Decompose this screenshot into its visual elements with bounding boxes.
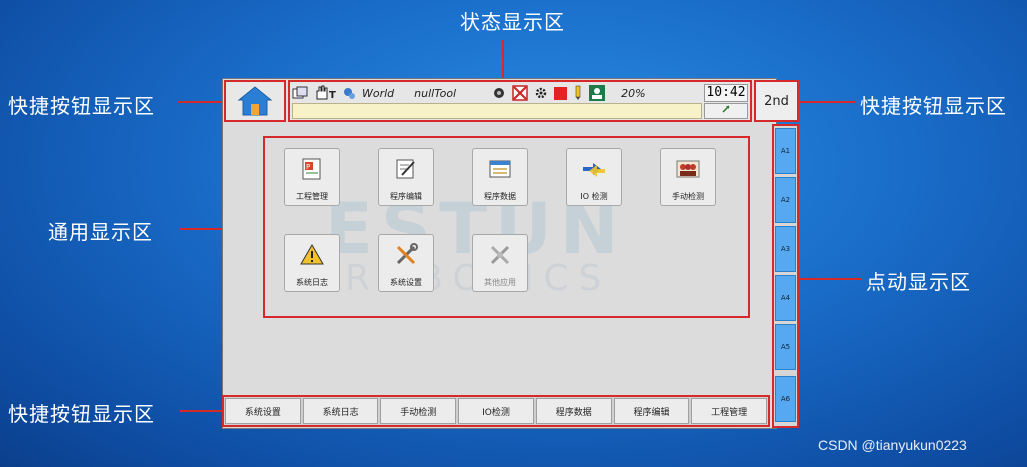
quick-right-connector [800,101,856,103]
annotation-jog-area: 点动显示区 [866,270,971,294]
expand-button[interactable] [704,103,748,119]
user-icon [589,85,606,101]
coord-icon [342,86,356,100]
tools-icon [396,243,418,265]
jog-a5-button[interactable]: A5 [775,324,796,370]
home-icon [237,86,273,116]
tile-manual-check[interactable]: 手动检测 [660,148,716,206]
jog-a2-button[interactable]: A2 [775,177,796,223]
stop-icon [554,86,568,100]
speed-value[interactable]: 20% [621,87,645,100]
annotation-general-area: 通用显示区 [48,220,153,244]
jog-a4-button[interactable]: A4 [775,275,796,321]
manual-icon [676,160,700,178]
data-icon [489,160,511,178]
bottom-system-log-button[interactable]: 系统日志 [302,398,379,424]
hand-tool-icon[interactable]: T [314,85,336,101]
quick-bottom-connector [180,410,224,412]
annotation-quick-bottom: 快捷按钮显示区 [8,402,155,426]
project-icon: P [302,158,321,180]
annotation-status-area: 状态显示区 [460,10,565,34]
bottom-program-data-button[interactable]: 程序数据 [535,398,612,424]
source-credit: CSDN @tianyukun0223 [818,437,967,453]
tool-label[interactable]: nullTool [414,87,456,100]
bottom-manual-check-button[interactable]: 手动检测 [380,398,457,424]
jog-a6-button[interactable]: A6 [775,376,796,422]
tile-label: 手动检测 [672,192,704,201]
io-icon [583,163,605,177]
tile-program-edit[interactable]: 程序编辑 [378,148,434,206]
annotation-quick-right: 快捷按钮显示区 [860,94,1007,118]
tile-system-settings[interactable]: 系统设置 [378,234,434,292]
gear-icon [534,86,548,100]
warning-icon [300,244,324,265]
bottom-io-check-button[interactable]: IO检测 [458,398,534,424]
status-row: T World nullTool 20% [292,84,702,102]
tile-other-apps[interactable]: 其他应用 [472,234,528,292]
tile-label: 程序数据 [484,192,516,201]
annotation-quick-left: 快捷按钮显示区 [8,94,155,118]
quick-left-connector [178,101,224,103]
apps-icon [490,245,510,265]
tile-system-log[interactable]: 系统日志 [284,234,340,292]
home-button[interactable] [224,80,286,122]
bottom-program-edit-button[interactable]: 程序编辑 [613,398,690,424]
tile-io-check[interactable]: IO 检测 [566,148,622,206]
tile-label: 系统日志 [296,278,328,287]
tile-label: 其他应用 [484,278,516,287]
jog-connector [800,278,862,280]
expand-arrow-icon [722,105,730,113]
alarm-x-icon [512,85,528,101]
status-area: T World nullTool 20% 10:42 [288,80,752,122]
jog-area: A1 A2 A3 A4 A5 A6 [772,124,799,428]
svg-text:T: T [329,90,336,101]
bottom-quick-bar: 系统设置 系统日志 手动检测 IO检测 程序数据 程序编辑 工程管理 [222,395,770,427]
tile-label: 系统设置 [390,278,422,287]
jog-a1-button[interactable]: A1 [775,128,796,174]
window-icon[interactable] [292,86,308,100]
message-bar[interactable] [292,103,702,119]
tile-label: 工程管理 [296,192,328,201]
second-function-button[interactable]: 2nd [754,80,799,122]
tile-label: 程序编辑 [390,192,422,201]
general-area: ESTUN ROBOTICS P 工程管理 程序编辑 程序数据 IO 检测 手动… [263,136,750,318]
svg-text:P: P [306,163,310,171]
tile-project-management[interactable]: P 工程管理 [284,148,340,206]
clock-display: 10:42 [704,84,748,102]
edit-icon [396,159,415,179]
coord-system-label[interactable]: World [362,87,394,100]
tile-label: IO 检测 [580,192,608,201]
bottom-system-settings-button[interactable]: 系统设置 [225,398,301,424]
jog-a3-button[interactable]: A3 [775,226,796,272]
servo-icon [492,86,506,100]
tile-program-data[interactable]: 程序数据 [472,148,528,206]
status-connector [502,40,504,80]
bottom-project-management-button[interactable]: 工程管理 [691,398,768,424]
pencil-icon [573,85,583,101]
